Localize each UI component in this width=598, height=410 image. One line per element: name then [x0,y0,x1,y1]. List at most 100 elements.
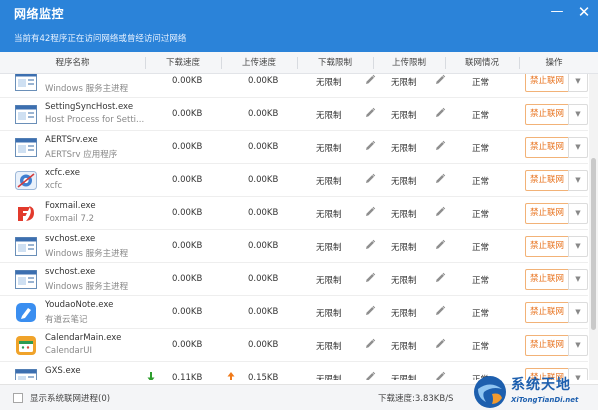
foxmail-icon [15,204,37,223]
download-limit: 无限制 [316,375,342,380]
window-app-icon [15,74,37,91]
upload-limit: 无限制 [391,342,417,352]
table-row: YoudaoNote.exe 有道云笔记 0.00KB 0.00KB 无限制 无限制 正常 禁… [0,296,588,329]
upload-speed: 0.00KB [248,142,279,152]
download-limit: 无限制 [316,210,342,220]
edit-upload-limit-icon[interactable] [434,239,446,251]
scrollbar-thumb[interactable] [591,158,596,330]
edit-download-limit-icon[interactable] [364,173,376,185]
block-network-button[interactable]: 禁止联网 [525,236,569,257]
block-network-button[interactable]: 禁止联网 [525,74,569,92]
block-network-button[interactable]: 禁止联网 [525,203,569,224]
block-network-button[interactable]: 禁止联网 [525,269,569,290]
block-network-button[interactable]: 禁止联网 [525,170,569,191]
edit-upload-limit-icon[interactable] [434,338,446,350]
process-description: AERTSrv 应用程序 [45,150,118,160]
chevron-down-icon[interactable]: ▼ [568,269,588,290]
xfc-app-icon [15,171,37,190]
edit-download-limit-icon[interactable] [364,107,376,119]
table-row: AERTSrv.exe AERTSrv 应用程序 0.00KB 0.00KB 无限制 无限… [0,131,588,164]
upload-limit: 无限制 [391,243,417,253]
process-description: Windows 服务主进程 [45,249,129,259]
window-app-icon [15,237,37,256]
block-network-button[interactable]: 禁止联网 [525,104,569,125]
vertical-scrollbar[interactable] [589,74,598,380]
column-header-up-limit[interactable]: 上传限制 [373,52,445,74]
table-row: Windows 服务主进程 0.00KB 0.00KB 无限制 无限制 正常 禁止联网 ▼ [0,74,588,98]
process-name: YoudaoNote.exe [45,300,114,310]
download-speed: 0.00KB [172,142,203,152]
chevron-down-icon[interactable]: ▼ [568,236,588,257]
edit-upload-limit-icon[interactable] [434,272,446,284]
block-network-button[interactable]: 禁止联网 [525,137,569,158]
column-header-name[interactable]: 程序名称 [0,52,145,74]
edit-upload-limit-icon[interactable] [434,173,446,185]
show-system-processes-checkbox[interactable] [13,393,23,403]
download-speed: 0.00KB [172,76,203,86]
watermark-logo: 系统天地 XiTongTianDi.net [470,373,598,410]
process-list: Windows 服务主进程 0.00KB 0.00KB 无限制 无限制 正常 禁止联网 ▼ Se… [0,74,588,380]
download-speed: 0.11KB [172,373,203,380]
download-arrow-icon [147,371,155,380]
column-header-down-speed[interactable]: 下载速度 [145,52,221,74]
chevron-down-icon[interactable]: ▼ [568,104,588,125]
watermark-site: XiTongTianDi.net [511,396,579,404]
table-row: svchost.exe Windows 服务主进程 0.00KB 0.00KB 无限制 无… [0,230,588,263]
upload-limit: 无限制 [391,276,417,286]
edit-upload-limit-icon[interactable] [434,140,446,152]
close-button[interactable]: ✕ [575,4,593,22]
column-header-down-limit[interactable]: 下载限制 [297,52,373,74]
minimize-button[interactable]: — [548,4,566,22]
edit-download-limit-icon[interactable] [364,305,376,317]
column-header-up-speed[interactable]: 上传速度 [221,52,297,74]
edit-download-limit-icon[interactable] [364,140,376,152]
block-network-button[interactable]: 禁止联网 [525,335,569,356]
chevron-down-icon[interactable]: ▼ [568,170,588,191]
edit-upload-limit-icon[interactable] [434,107,446,119]
process-name: GXS.exe [45,366,81,376]
edit-upload-limit-icon[interactable] [434,305,446,317]
edit-download-limit-icon[interactable] [364,74,376,86]
process-description: xcfc [45,181,63,191]
download-speed: 0.00KB [172,109,203,119]
download-speed: 0.00KB [172,208,203,218]
watermark-globe-icon [474,376,506,408]
edit-upload-limit-icon[interactable] [434,206,446,218]
download-speed: 0.00KB [172,274,203,284]
upload-speed: 0.00KB [248,241,279,251]
window-app-icon [15,105,37,124]
upload-speed: 0.00KB [248,340,279,350]
chevron-down-icon[interactable]: ▼ [568,335,588,356]
calendar-app-icon [15,336,37,355]
process-name: SettingSyncHost.exe [45,102,134,112]
edit-download-limit-icon[interactable] [364,338,376,350]
edit-download-limit-icon[interactable] [364,272,376,284]
window-app-icon [15,138,37,157]
edit-download-limit-icon[interactable] [364,239,376,251]
chevron-down-icon[interactable]: ▼ [568,302,588,323]
process-description: TODO: <文件说明> [45,379,124,380]
network-monitor-window: 网络监控 当前有42程序正在访问网络或曾经访问过网络 — ✕ 程序名称 下载速度… [0,0,598,410]
upload-speed: 0.00KB [248,208,279,218]
download-speed: 0.00KB [172,241,203,251]
download-limit: 无限制 [316,243,342,253]
column-header-action: 操作 [545,58,563,68]
edit-upload-limit-icon[interactable] [434,371,446,380]
youdao-note-icon [15,303,37,322]
edit-download-limit-icon[interactable] [364,206,376,218]
chevron-down-icon[interactable]: ▼ [568,74,588,92]
total-download-speed: 下载速度:3.83KB/S [378,394,454,404]
download-limit: 无限制 [316,144,342,154]
upload-limit: 无限制 [391,111,417,121]
chevron-down-icon[interactable]: ▼ [568,203,588,224]
edit-download-limit-icon[interactable] [364,371,376,380]
process-description: Windows 服务主进程 [45,282,129,292]
block-network-button[interactable]: 禁止联网 [525,302,569,323]
title-bar: 网络监控 当前有42程序正在访问网络或曾经访问过网络 — ✕ [0,0,598,52]
chevron-down-icon[interactable]: ▼ [568,137,588,158]
upload-speed: 0.00KB [248,76,279,86]
edit-upload-limit-icon[interactable] [434,74,446,86]
show-system-processes-label[interactable]: 显示系统联网进程(0) [30,392,110,404]
upload-arrow-icon [227,371,235,380]
column-header-net-status[interactable]: 联网情况 [445,52,519,74]
